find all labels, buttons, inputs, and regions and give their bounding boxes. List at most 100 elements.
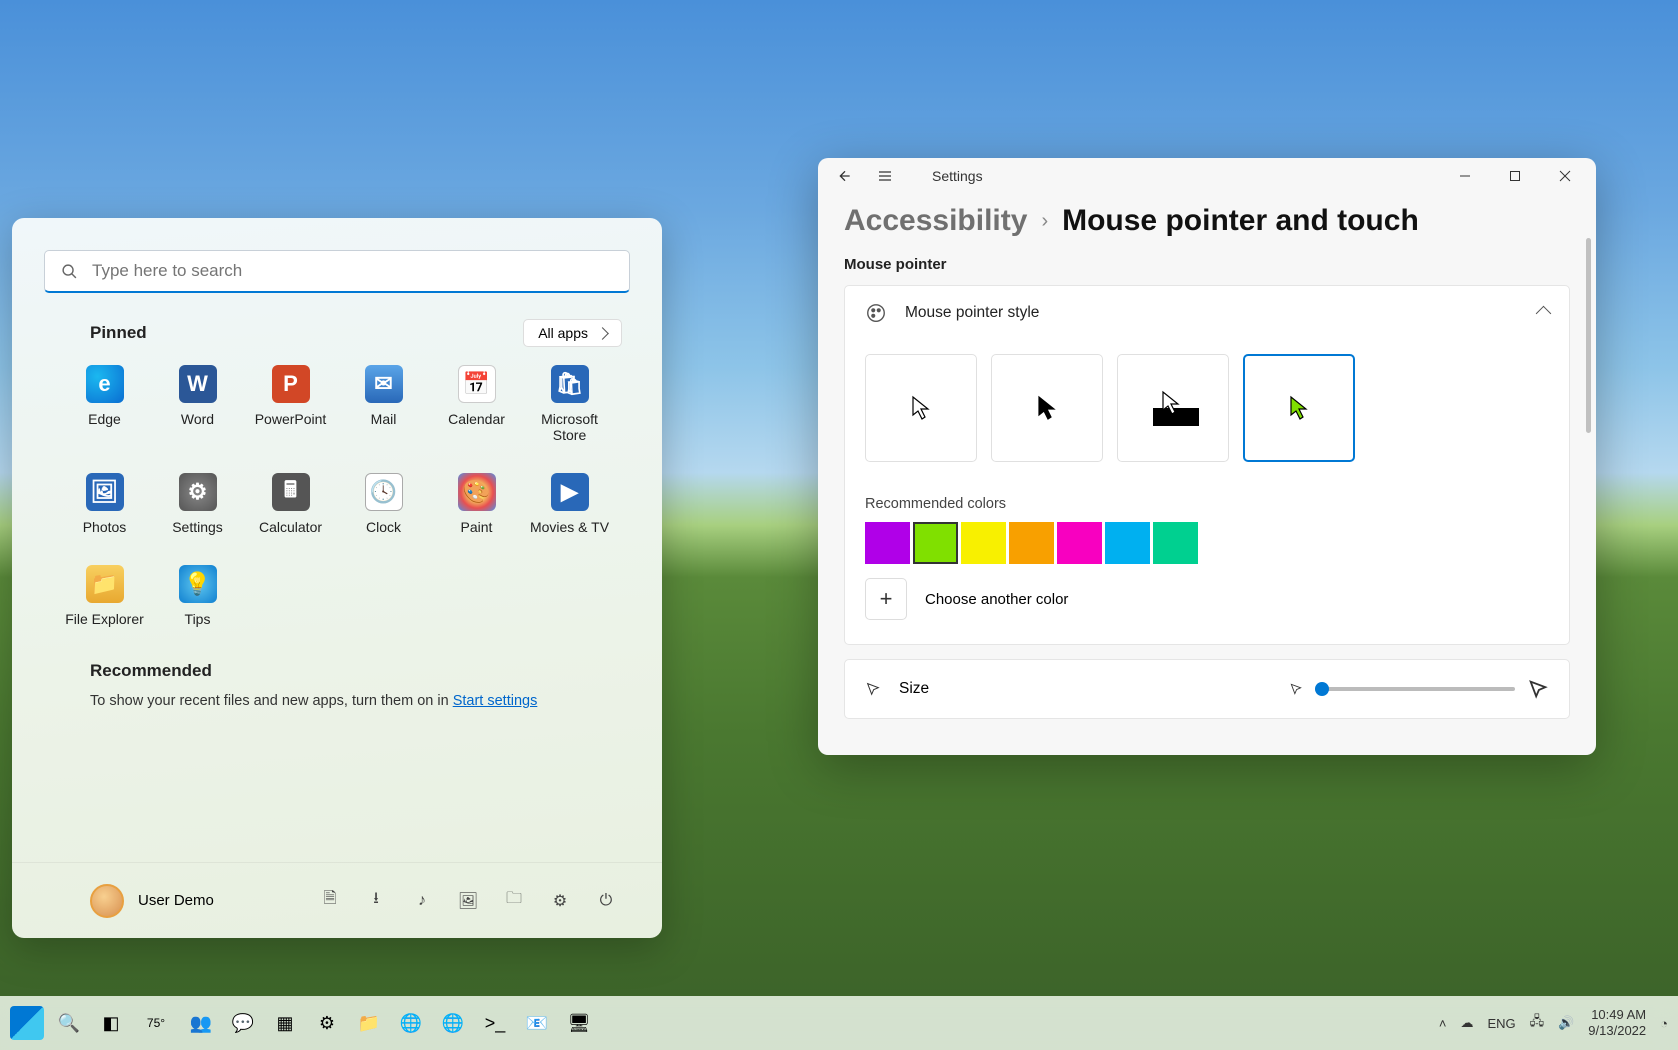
back-button[interactable] [836, 167, 854, 185]
taskbar-chat[interactable]: 💬 [226, 1006, 260, 1040]
start-search-input[interactable] [92, 261, 613, 281]
close-button[interactable] [1540, 159, 1590, 193]
volume-icon[interactable]: 🔊 [1558, 1015, 1574, 1031]
download-icon[interactable]: ⭳ [366, 891, 386, 911]
app-tile-calendar[interactable]: 📅Calendar [430, 361, 523, 447]
app-tile-edge[interactable]: e Edge [58, 361, 151, 447]
color-swatch[interactable] [1153, 522, 1198, 564]
app-label: PowerPoint [255, 411, 327, 427]
power-icon[interactable]: ⏻ [596, 891, 616, 911]
taskbar-edge[interactable]: 🌐 [394, 1006, 428, 1040]
app-tile-file-explorer[interactable]: 📁File Explorer [58, 561, 151, 631]
app-icon: P [272, 365, 310, 403]
pointer-style-custom[interactable] [1243, 354, 1355, 462]
cursor-small-icon [1289, 682, 1303, 696]
pointer-style-inverted[interactable] [1117, 354, 1229, 462]
scrollbar[interactable] [1586, 238, 1591, 433]
app-label: Mail [371, 411, 397, 427]
pinned-apps-grid: e Edge WWord P PowerPoint ✉Mail📅Calendar 🛍 Micr… [12, 361, 662, 631]
maximize-button[interactable] [1490, 159, 1540, 193]
start-settings-link[interactable]: Start settings [453, 693, 538, 709]
app-label: Tips [185, 611, 211, 627]
color-swatch[interactable] [1105, 522, 1150, 564]
taskbar-outlook[interactable]: 📧 [520, 1006, 554, 1040]
chevron-right-icon: › [1041, 210, 1048, 233]
notification-icon[interactable]: ◔ [1660, 1016, 1668, 1031]
pointer-style-black[interactable] [991, 354, 1103, 462]
app-tile-mail[interactable]: ✉Mail [337, 361, 430, 447]
app-icon: 🖩 [272, 473, 310, 511]
color-swatch[interactable] [1009, 522, 1054, 564]
size-slider[interactable] [1315, 687, 1515, 691]
taskbar-weather[interactable]: 75° [136, 1006, 176, 1040]
tray-chevron-icon[interactable]: ˄ [1439, 1016, 1447, 1031]
taskbar-task-view[interactable]: ◧ [94, 1006, 128, 1040]
app-icon: e [86, 365, 124, 403]
choose-color-button[interactable]: + [865, 578, 907, 620]
avatar [90, 884, 124, 918]
app-icon: 📁 [86, 565, 124, 603]
document-icon[interactable]: 🗎 [320, 891, 340, 911]
nav-menu-button[interactable] [876, 167, 894, 185]
app-tile-clock[interactable]: 🕓Clock [337, 469, 430, 539]
pointer-size-card: Size [844, 659, 1570, 719]
breadcrumb: Accessibility › Mouse pointer and touch [818, 194, 1596, 256]
minimize-button[interactable] [1440, 159, 1490, 193]
app-tile-movies-tv[interactable]: ▶Movies & TV [523, 469, 616, 539]
app-tile-paint[interactable]: 🎨Paint [430, 469, 523, 539]
app-tile-microsoft-store[interactable]: 🛍 Microsoft Store [523, 361, 616, 447]
slider-thumb[interactable] [1315, 682, 1329, 696]
app-tile-photos[interactable]: 🖼Photos [58, 469, 151, 539]
taskbar-file-explorer[interactable]: 📁 [352, 1006, 386, 1040]
choose-color-label: Choose another color [925, 591, 1068, 608]
app-tile-tips[interactable]: 💡Tips [151, 561, 244, 631]
taskbar-edge-dev[interactable]: 🌐 [436, 1006, 470, 1040]
start-search[interactable] [44, 250, 630, 293]
user-account-button[interactable]: User Demo [90, 884, 214, 918]
onedrive-icon[interactable]: ☁ [1460, 1015, 1473, 1031]
app-label: Calendar [448, 411, 505, 427]
app-label: Paint [461, 519, 493, 535]
network-icon[interactable]: 🖧 [1530, 1012, 1545, 1034]
color-swatch[interactable] [913, 522, 958, 564]
app-tile-calculator[interactable]: 🖩Calculator [244, 469, 337, 539]
taskbar-teams[interactable]: 👥 [184, 1006, 218, 1040]
taskbar-search[interactable]: 🔍 [52, 1006, 86, 1040]
taskbar-settings[interactable]: ⚙ [310, 1006, 344, 1040]
taskbar-terminal[interactable]: >_ [478, 1006, 512, 1040]
page-title: Mouse pointer and touch [1062, 204, 1419, 238]
app-tile-word[interactable]: WWord [151, 361, 244, 447]
picture-icon[interactable]: 🖼 [458, 891, 478, 911]
chevron-up-icon [1536, 305, 1552, 321]
app-tile-settings[interactable]: ⚙Settings [151, 469, 244, 539]
recommended-text: To show your recent files and new apps, … [90, 693, 584, 709]
app-label: Edge [88, 411, 121, 427]
chevron-right-icon [596, 327, 609, 340]
taskbar: 🔍◧75°👥💬▦⚙📁🌐🌐>_📧🖥 ˄ ☁ ENG 🖧 🔊 10:49 AM 9/… [0, 996, 1678, 1050]
color-swatch[interactable] [1057, 522, 1102, 564]
settings-icon[interactable]: ⚙ [550, 891, 570, 911]
taskbar-start[interactable] [10, 1006, 44, 1040]
titlebar[interactable]: Settings [818, 158, 1596, 194]
language-indicator[interactable]: ENG [1487, 1016, 1515, 1031]
music-icon[interactable]: ♪ [412, 891, 432, 911]
pointer-style-white[interactable] [865, 354, 977, 462]
recommended-heading: Recommended [90, 661, 584, 681]
all-apps-button[interactable]: All apps [523, 319, 622, 347]
app-icon: 🛍 [551, 365, 589, 403]
app-label: Microsoft Store [527, 411, 612, 443]
app-tile-powerpoint[interactable]: P PowerPoint [244, 361, 337, 447]
start-footer: User Demo 🗎 ⭳ ♪ 🖼 🗀 ⚙ ⏻ [12, 862, 662, 938]
search-icon [61, 263, 78, 280]
clock[interactable]: 10:49 AM 9/13/2022 [1588, 1007, 1646, 1038]
pointer-style-expander[interactable]: Mouse pointer style [845, 286, 1569, 340]
color-swatch[interactable] [865, 522, 910, 564]
app-label: Photos [83, 519, 127, 535]
folder-icon[interactable]: 🗀 [504, 891, 524, 911]
recommended-colors-heading: Recommended colors [865, 496, 1549, 512]
taskbar-vm-connect[interactable]: 🖥 [562, 1006, 596, 1040]
app-label: Clock [366, 519, 401, 535]
color-swatch[interactable] [961, 522, 1006, 564]
taskbar-widgets[interactable]: ▦ [268, 1006, 302, 1040]
breadcrumb-parent[interactable]: Accessibility [844, 204, 1027, 238]
